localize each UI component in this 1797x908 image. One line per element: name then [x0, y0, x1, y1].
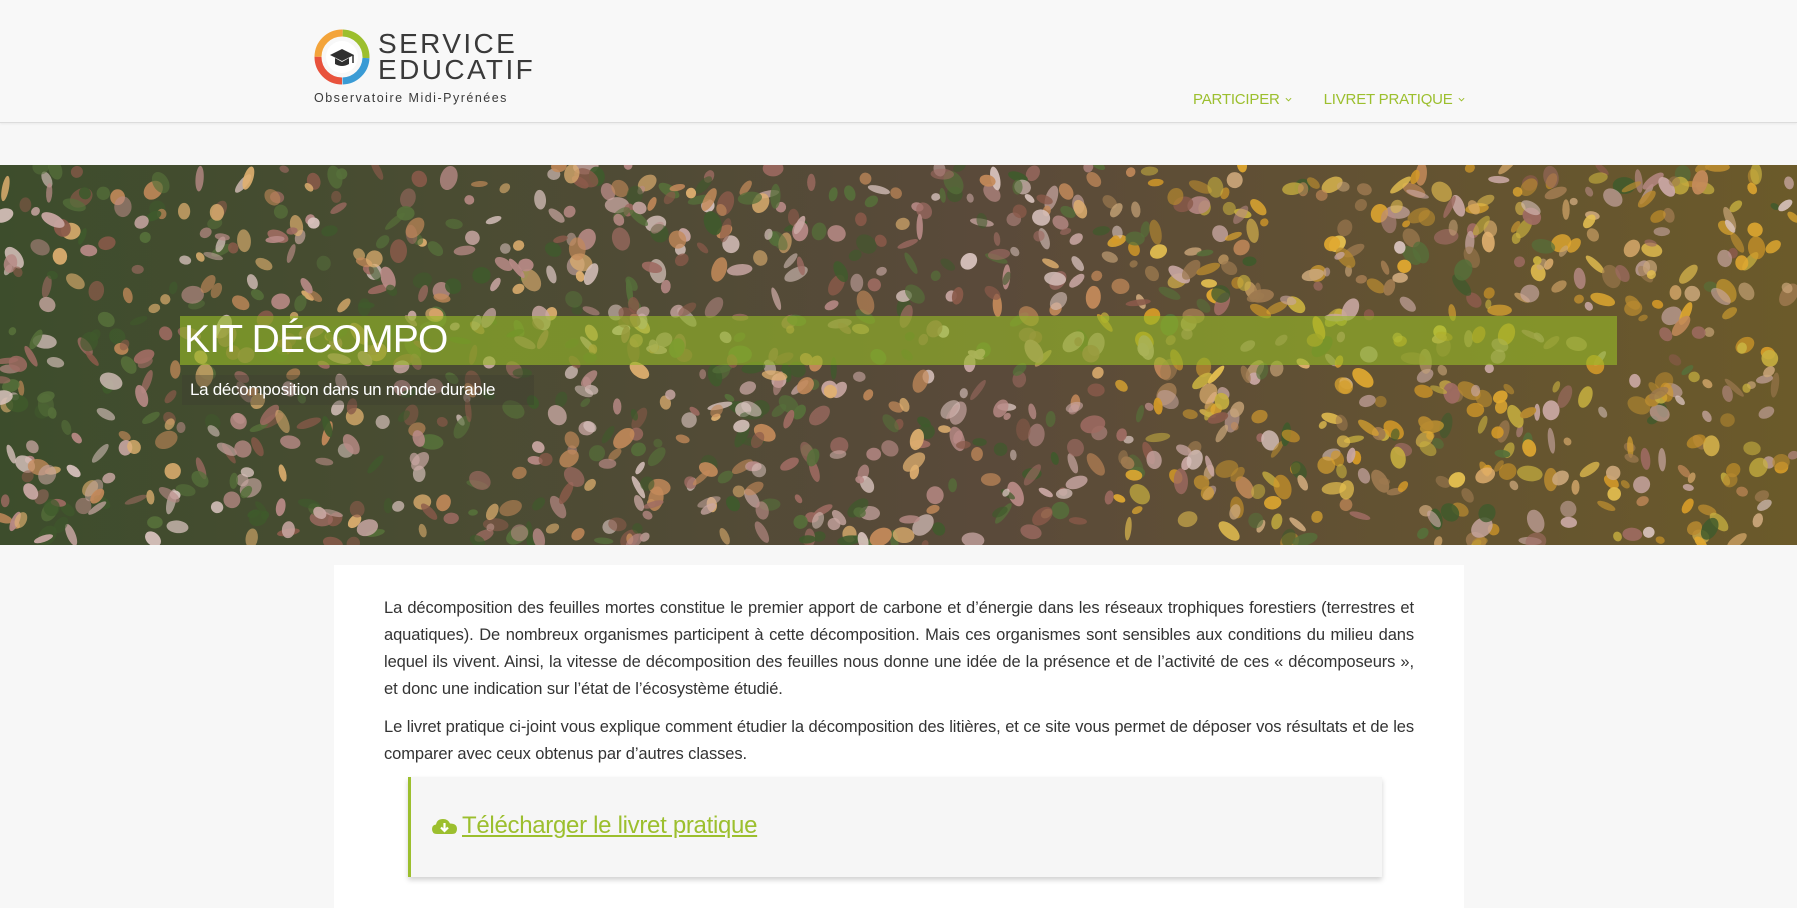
download-booklet-label: Télécharger le livret pratique [462, 812, 758, 839]
intro-paragraph: La décomposition des feuilles mortes con… [384, 599, 1414, 698]
logo-line-2: EDUCATIF [378, 54, 536, 85]
site-logo[interactable]: SERVICE EDUCATIF Observatoire Midi-Pyrén… [313, 26, 533, 106]
download-booklet-link[interactable]: Télécharger le livret pratique [431, 812, 757, 840]
nav-item-livret-pratique[interactable]: LIVRET PRATIQUE [1324, 91, 1465, 108]
logo-subtitle: Observatoire Midi-Pyrénées [314, 91, 508, 105]
nav-item-participer[interactable]: PARTICIPER [1193, 91, 1292, 108]
page-subtitle: La décomposition dans un monde durable [190, 380, 496, 399]
graduation-cap-icon [314, 29, 370, 85]
nav-item-label: PARTICIPER [1193, 91, 1280, 108]
instructions-paragraph: Le livret pratique ci-joint vous expliqu… [384, 718, 1414, 763]
main-content: La décomposition des feuilles mortes con… [334, 565, 1464, 908]
site-header: SERVICE EDUCATIF Observatoire Midi-Pyrén… [0, 0, 1797, 123]
chevron-down-icon [1458, 97, 1465, 102]
cloud-download-icon [432, 819, 457, 834]
hero-banner: KIT DÉCOMPO La décomposition dans un mon… [0, 165, 1797, 545]
chevron-down-icon [1285, 97, 1292, 102]
main-nav: PARTICIPER LIVRET PRATIQUE [1193, 91, 1465, 108]
download-callout: Télécharger le livret pratique [408, 777, 1382, 877]
nav-item-label: LIVRET PRATIQUE [1323, 91, 1453, 108]
page-title: KIT DÉCOMPO [184, 318, 448, 361]
